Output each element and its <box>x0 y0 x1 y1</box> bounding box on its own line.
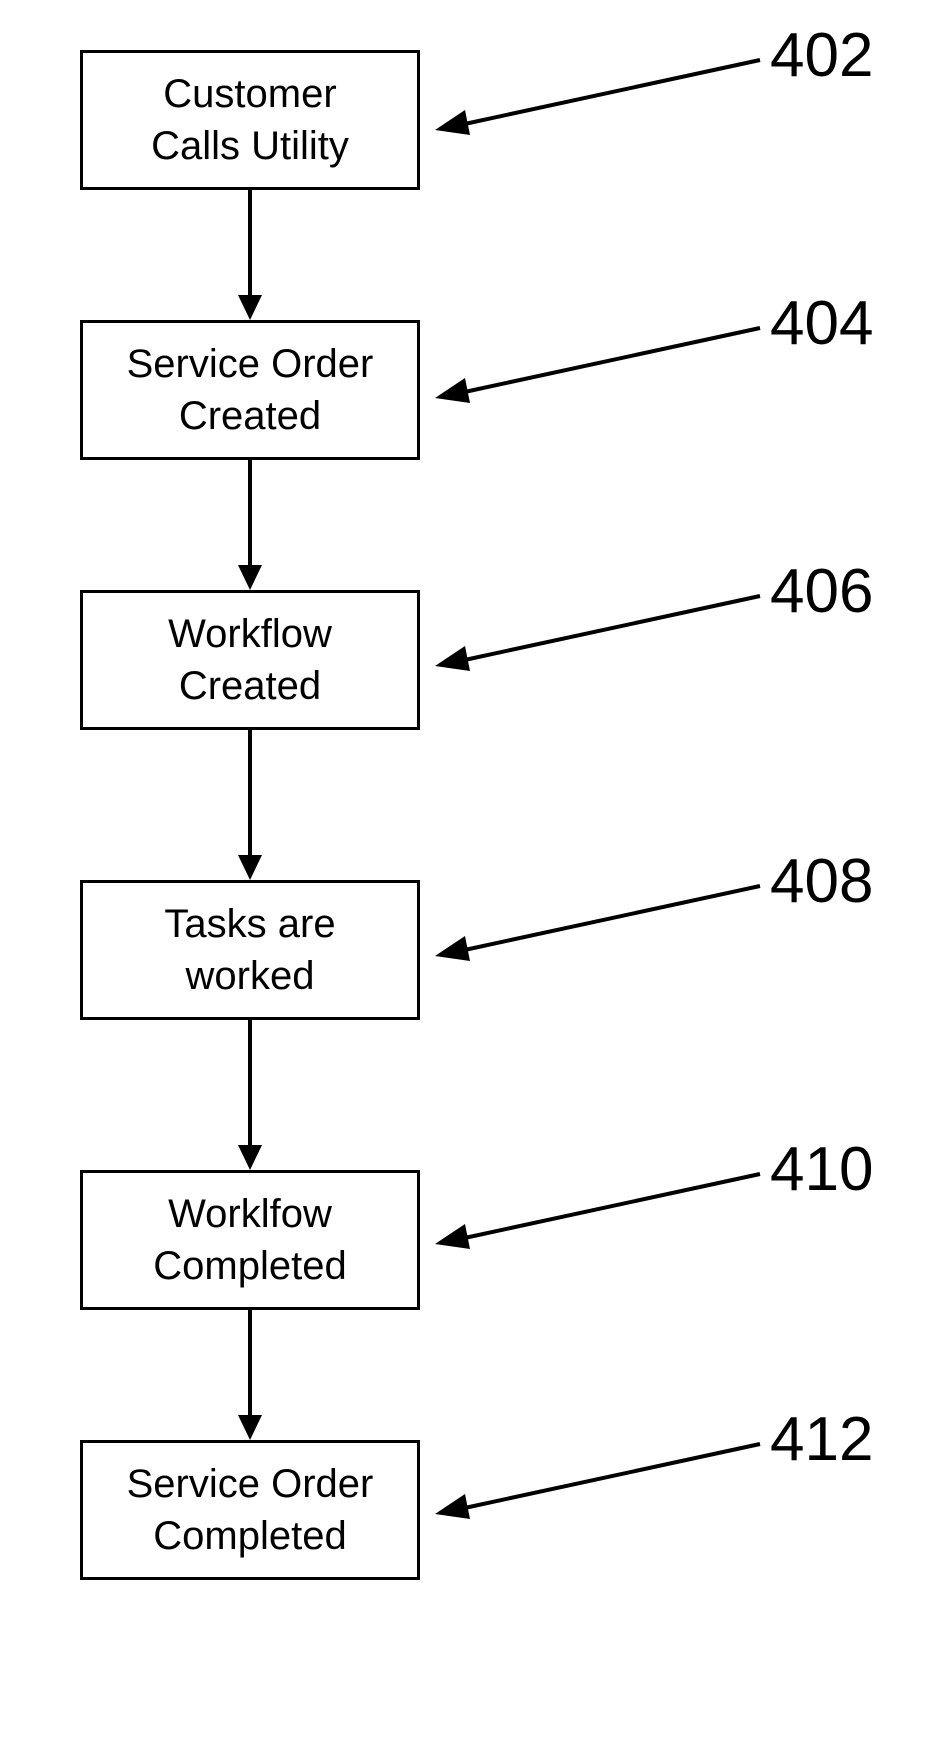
callout-arrow-icon <box>430 1169 770 1259</box>
reference-label: 404 <box>770 288 873 359</box>
node-line2: Created <box>179 664 321 708</box>
callout-arrow-icon <box>430 881 770 971</box>
node-line2: Completed <box>153 1244 346 1288</box>
node-line1: Customer <box>163 72 336 116</box>
down-arrow-icon <box>230 730 270 880</box>
node-line1: Workflow <box>168 612 332 656</box>
node-line1: Tasks are <box>164 902 335 946</box>
node-text: Customer Calls Utility <box>151 68 349 172</box>
connector <box>80 190 420 320</box>
down-arrow-icon <box>230 460 270 590</box>
node-line2: Completed <box>153 1514 346 1558</box>
reference-label: 402 <box>770 20 873 91</box>
node-line1: Service Order <box>127 342 374 386</box>
flow-node: Worklfow Completed <box>80 1170 420 1310</box>
callout-arrow-icon <box>430 323 770 413</box>
reference-label: 412 <box>770 1404 873 1475</box>
connector <box>80 460 420 590</box>
flow-node: Workflow Created <box>80 590 420 730</box>
node-line2: Created <box>179 394 321 438</box>
flow-node: Service Order Completed <box>80 1440 420 1580</box>
node-line2: worked <box>186 954 315 998</box>
connector <box>80 730 420 880</box>
node-text: Service Order Completed <box>127 1458 374 1562</box>
flowchart-container: Customer Calls Utility Service Order Cre… <box>80 50 420 1580</box>
node-text: Tasks are worked <box>164 898 335 1002</box>
down-arrow-icon <box>230 1020 270 1170</box>
connector <box>80 1020 420 1170</box>
down-arrow-icon <box>230 1310 270 1440</box>
reference-label: 406 <box>770 556 873 627</box>
callout-arrow-icon <box>430 1439 770 1529</box>
node-line1: Worklfow <box>168 1192 332 1236</box>
node-text: Workflow Created <box>168 608 332 712</box>
callout-arrow-icon <box>430 55 770 145</box>
flow-node: Service Order Created <box>80 320 420 460</box>
callout-arrow-icon <box>430 591 770 681</box>
flow-node: Customer Calls Utility <box>80 50 420 190</box>
flow-node: Tasks are worked <box>80 880 420 1020</box>
down-arrow-icon <box>230 190 270 320</box>
node-text: Worklfow Completed <box>153 1188 346 1292</box>
node-text: Service Order Created <box>127 338 374 442</box>
reference-label: 410 <box>770 1134 873 1205</box>
node-line1: Service Order <box>127 1462 374 1506</box>
node-line2: Calls Utility <box>151 124 349 168</box>
connector <box>80 1310 420 1440</box>
reference-label: 408 <box>770 846 873 917</box>
